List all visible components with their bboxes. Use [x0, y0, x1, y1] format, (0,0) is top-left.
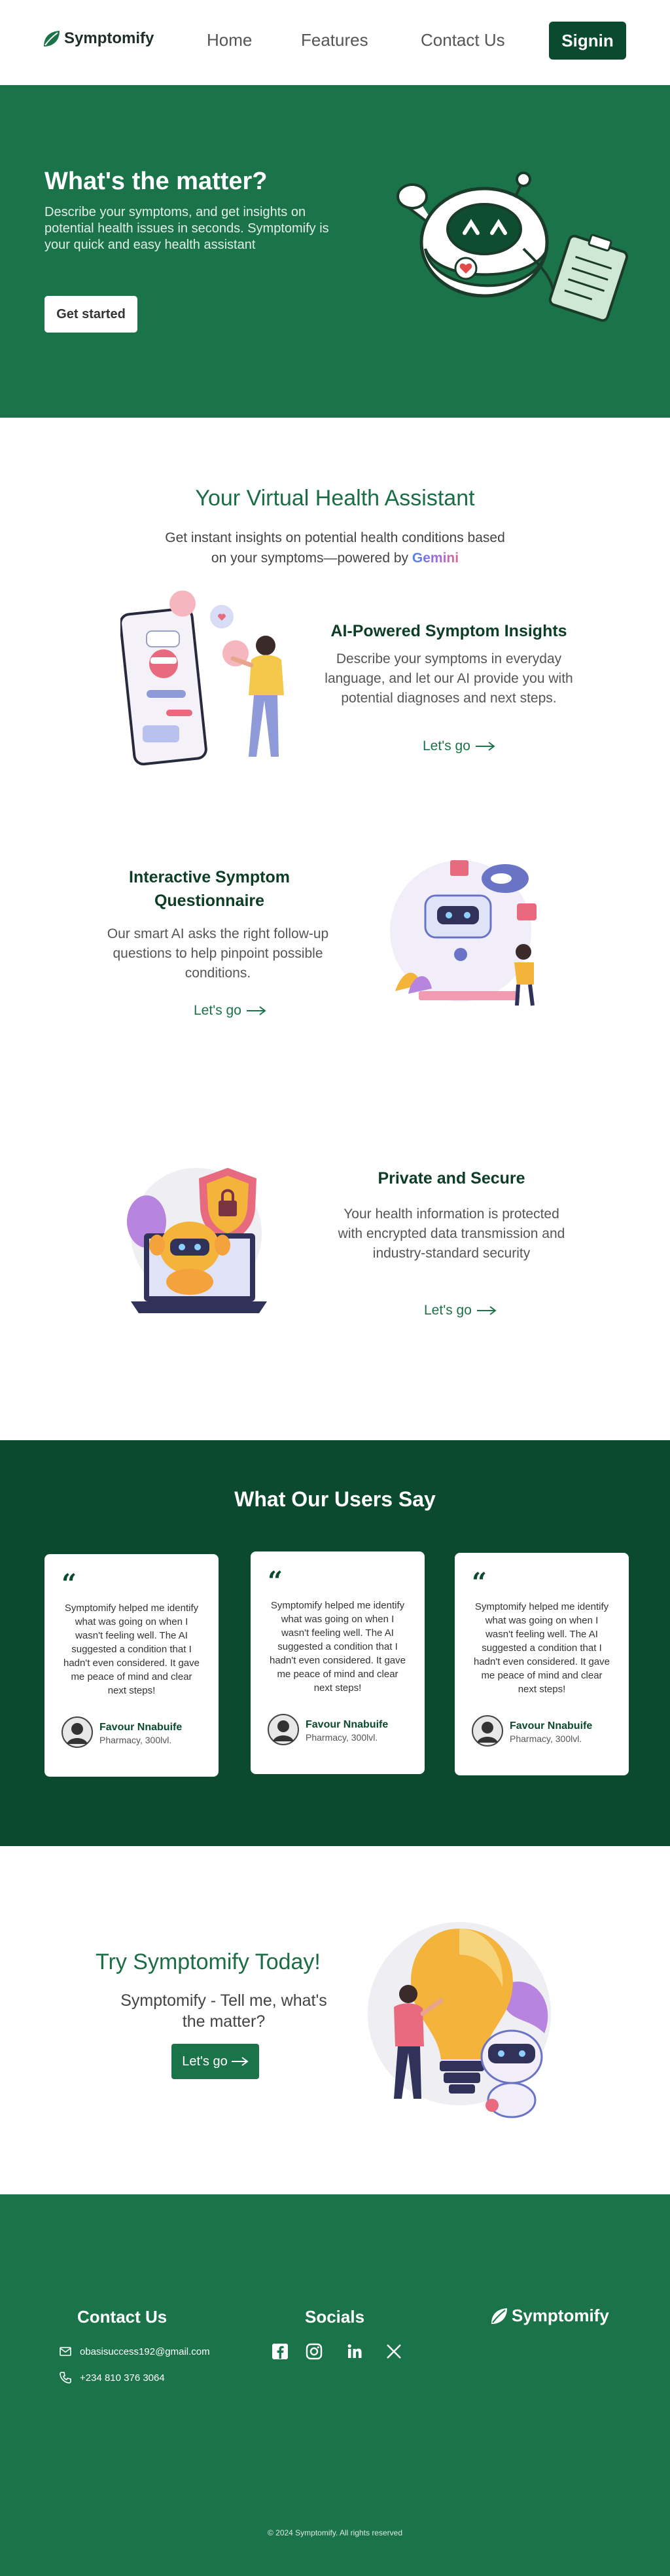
- copyright-text: © 2024 Symptomify. All rights reserved: [267, 2528, 403, 2537]
- brand-logo[interactable]: Symptomify: [42, 29, 154, 48]
- brand-name: Symptomify: [64, 29, 154, 47]
- lets-go-label: Let's go: [424, 1303, 472, 1318]
- private-secure-illustration: [127, 1168, 267, 1313]
- testimonial-text: Symptomify helped me identify what was g…: [269, 1600, 406, 1694]
- feature-desc-questionnaire: Our smart AI asks the right follow-up qu…: [107, 926, 329, 981]
- phone-icon: [60, 2372, 71, 2384]
- gemini-brand: Gemini: [412, 551, 459, 566]
- testimonial-card: “ Symptomify helped me identify what was…: [455, 1553, 629, 1775]
- testimonial-card: “ Symptomify helped me identify what was…: [44, 1554, 219, 1777]
- top-navbar: Symptomify Home Features Contact Us Sign…: [0, 0, 670, 85]
- get-started-button[interactable]: Get started: [44, 296, 137, 333]
- testimonials-title: What Our Users Say: [234, 1487, 436, 1511]
- footer-socials-heading: Socials: [305, 2307, 365, 2327]
- cta-title: Try Symptomify Today!: [96, 1950, 321, 1974]
- assistant-section-title: Your Virtual Health Assistant: [195, 486, 475, 511]
- feature-link-questionnaire[interactable]: Let's go: [194, 1003, 266, 1019]
- testimonials-section: What Our Users Say “ Symptomify helped m…: [0, 1440, 670, 1846]
- subtitle-line-2: on your symptoms—powered by: [211, 551, 409, 566]
- footer-brand-name: Symptomify: [512, 2306, 609, 2325]
- footer-contact-heading: Contact Us: [77, 2307, 168, 2327]
- linkedin-icon[interactable]: [345, 2342, 364, 2361]
- x-icon[interactable]: [385, 2342, 403, 2361]
- nav-link-contact[interactable]: Contact Us: [421, 30, 505, 50]
- avatar: [472, 1715, 503, 1747]
- facebook-icon[interactable]: [271, 2342, 289, 2361]
- testimonial-name: Favour Nnabuife: [510, 1720, 593, 1732]
- testimonial-card: “ Symptomify helped me identify what was…: [251, 1551, 425, 1774]
- arrow-right-icon: [246, 1006, 266, 1015]
- cta-lets-go-button[interactable]: Let's go: [171, 2044, 259, 2079]
- cta-button-label: Let's go: [182, 2054, 228, 2069]
- quote-icon: “: [62, 1569, 77, 1599]
- testimonial-role: Pharmacy, 300lvl.: [306, 1732, 378, 1743]
- footer-email-row[interactable]: obasisuccess192@gmail.com: [59, 2345, 210, 2358]
- feature-title-private-secure: Private and Secure: [378, 1169, 525, 1188]
- testimonial-role: Pharmacy, 300lvl.: [510, 1733, 582, 1744]
- lets-go-label: Let's go: [423, 738, 470, 753]
- footer-phone-row[interactable]: +234 810 376 3064: [59, 2371, 165, 2384]
- questionnaire-illustration: [390, 860, 537, 1006]
- robot-doctor-illustration: [397, 172, 629, 322]
- feature-title-questionnaire: Interactive Symptom Questionnaire: [129, 868, 290, 910]
- arrow-right-icon: [475, 742, 495, 751]
- hero-description: Describe your symptoms, and get insights…: [44, 205, 329, 252]
- testimonial-role: Pharmacy, 300lvl.: [99, 1735, 172, 1745]
- nav-link-home[interactable]: Home: [207, 30, 252, 50]
- testimonial-name: Favour Nnabuife: [99, 1722, 183, 1733]
- symptom-insights-illustration: [120, 590, 284, 766]
- footer-email: obasisuccess192@gmail.com: [80, 2346, 210, 2357]
- subtitle-line-1: Get instant insights on potential health…: [165, 530, 505, 545]
- cta-subtitle: Symptomify - Tell me, what's the matter?: [120, 1991, 327, 2031]
- nav-link-features[interactable]: Features: [301, 30, 368, 50]
- testimonial-name: Favour Nnabuife: [306, 1719, 389, 1730]
- footer: Contact Us obasisuccess192@gmail.com +23…: [0, 2194, 670, 2576]
- feature-desc-ai-insights: Describe your symptoms in everyday langu…: [325, 651, 573, 706]
- feature-desc-private-secure: Your health information is protected wit…: [338, 1206, 565, 1261]
- avatar: [268, 1714, 299, 1745]
- assistant-section-subtitle: Get instant insights on potential health…: [139, 528, 531, 568]
- arrow-right-icon: [231, 2057, 249, 2066]
- feature-link-ai-insights[interactable]: Let's go: [423, 738, 495, 754]
- mail-icon: [60, 2347, 71, 2356]
- feature-title-ai-insights: AI-Powered Symptom Insights: [330, 622, 567, 640]
- arrow-right-icon: [476, 1306, 497, 1315]
- hero-section: What's the matter? Describe your symptom…: [0, 85, 670, 418]
- quote-icon: “: [268, 1566, 283, 1597]
- instagram-icon[interactable]: [305, 2342, 323, 2361]
- feature-link-private-secure[interactable]: Let's go: [424, 1303, 497, 1318]
- quote-icon: “: [472, 1567, 487, 1598]
- signin-button[interactable]: Signin: [549, 22, 626, 60]
- footer-phone: +234 810 376 3064: [80, 2372, 165, 2384]
- lightbulb-robot-illustration: [368, 1922, 551, 2118]
- leaf-logo-icon: [491, 2308, 507, 2324]
- hero-title: What's the matter?: [44, 168, 268, 195]
- testimonial-text: Symptomify helped me identify what was g…: [63, 1603, 200, 1696]
- avatar: [62, 1716, 93, 1748]
- testimonial-text: Symptomify helped me identify what was g…: [473, 1601, 610, 1695]
- lets-go-label: Let's go: [194, 1003, 241, 1018]
- footer-brand-logo[interactable]: Symptomify: [489, 2306, 609, 2326]
- leaf-logo-icon: [44, 31, 60, 46]
